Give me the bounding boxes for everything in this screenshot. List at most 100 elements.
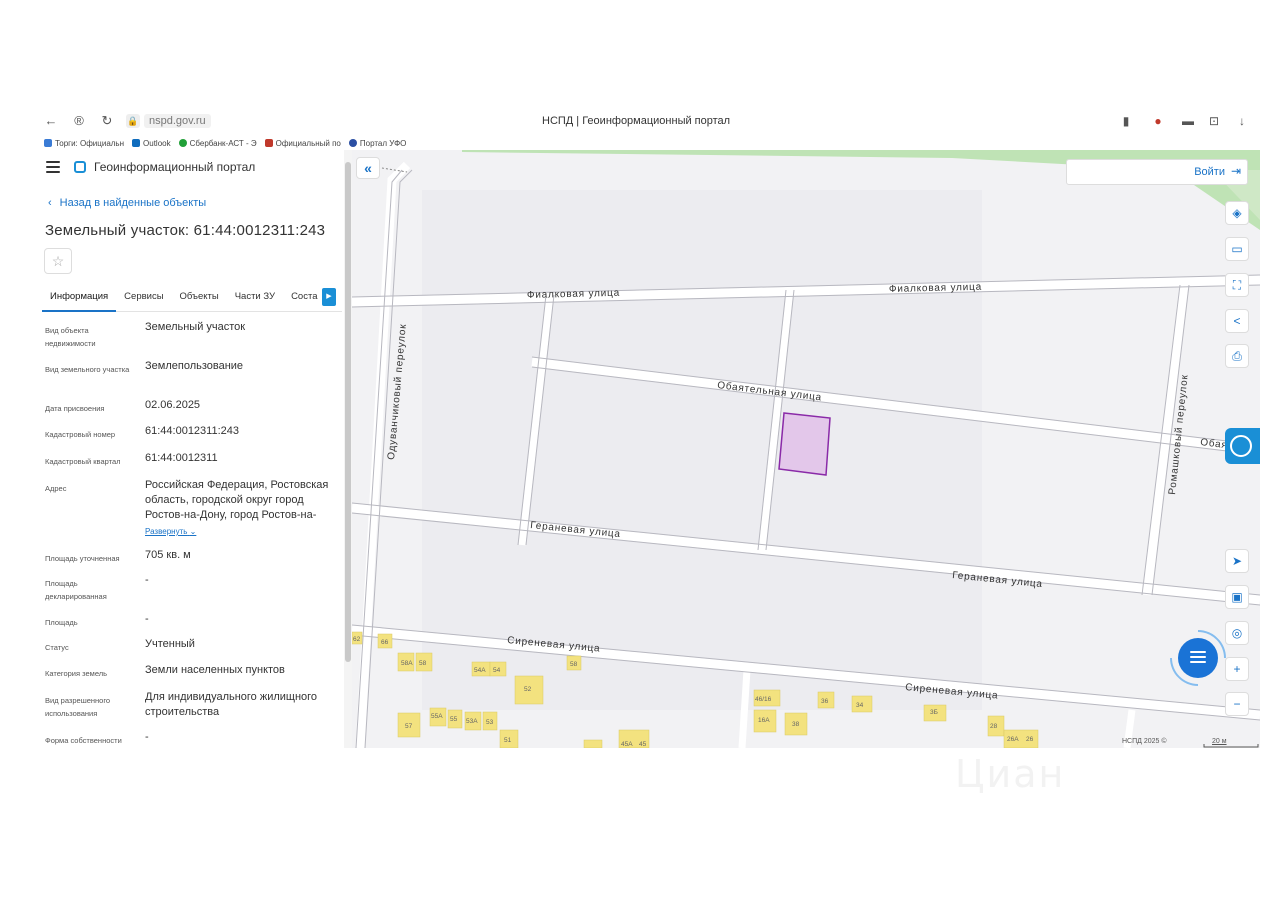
tab-information[interactable]: Информация (42, 286, 117, 312)
property-key: Вид разрешенного использования (45, 696, 111, 718)
property-key: Категория земель (45, 669, 108, 678)
property-key: Кадастровый номер (45, 430, 116, 439)
house-number: 26 (1026, 736, 1034, 743)
chat-icon (1190, 651, 1206, 665)
select-area-icon[interactable]: ⛶ (1225, 273, 1249, 297)
map-copyright: НСПД 2025 © (1122, 738, 1167, 745)
house-number: 45 (639, 741, 647, 748)
map-view[interactable]: 58А 58 54А 54 58 52 57 55А 55 53А 53 51 … (352, 150, 1260, 748)
house-number: 62 (353, 636, 361, 643)
browser-toolbar: ← ® ↻ 🔒 nspd.gov.ru НСПД | Геоинформацио… (34, 108, 1264, 136)
panel-scrollbar[interactable] (344, 150, 352, 748)
property-value: Землепользование (145, 360, 244, 372)
login-arrow-icon: ⇥ (1230, 164, 1241, 178)
house-number: 26А (1007, 736, 1019, 743)
bookmark-item[interactable]: Outlook (132, 139, 171, 148)
menu-icon[interactable] (46, 161, 60, 173)
bookmark-item[interactable]: Сбербанк-АСТ - Э (178, 139, 257, 148)
property-key: Площадь (45, 618, 78, 627)
street-label: Одуванчиковый переулок (386, 323, 409, 460)
reload-icon[interactable]: ↻ (98, 112, 116, 130)
bookmark-label: Официальный по (275, 138, 341, 148)
property-key: Вид объекта недвижимости (45, 326, 96, 348)
street-lane (738, 669, 751, 748)
property-value: 02.06.2025 (145, 399, 201, 411)
outlook-icon (132, 139, 141, 147)
chevron-left-icon: ‹ (48, 197, 52, 209)
bookmark-label: Торги: Официальн (55, 138, 125, 148)
house-number: 58А (401, 660, 413, 667)
parcel-title: Земельный участок: 61:44:0012311:243 (45, 222, 326, 239)
house-number: 34 (856, 702, 864, 709)
extension-icon[interactable]: ● (1150, 113, 1166, 129)
ruler-icon[interactable]: ▭ (1225, 237, 1249, 261)
chevron-down-icon: ⌄ (189, 527, 197, 536)
tab-composition[interactable]: Соста (283, 286, 325, 312)
profile-icon[interactable]: ⊡ (1206, 113, 1222, 129)
property-key: Вид земельного участка (45, 365, 130, 374)
scrollbar-thumb[interactable] (345, 162, 351, 662)
house-number: 57 (405, 723, 413, 730)
house-number: 38 (792, 721, 800, 728)
property-key: Площадь уточненная (45, 554, 120, 563)
layers-icon[interactable]: ◈ (1225, 201, 1249, 225)
info-tabs: Информация Сервисы Объекты Части ЗУ Сост… (42, 286, 342, 312)
object-info-panel: Геоинформационный портал ‹ Назад в найде… (34, 150, 352, 748)
back-to-results-link[interactable]: ‹ Назад в найденные объекты (48, 197, 206, 209)
street-label: Фиалковая улица (889, 282, 982, 295)
sberbank-icon (178, 139, 187, 147)
property-value: Земельный участок (145, 321, 246, 333)
download-icon[interactable]: ↓ (1234, 113, 1250, 129)
property-key: Форма собственности (45, 736, 122, 745)
house-number: 58 (419, 660, 427, 667)
bookmark-item[interactable]: Торги: Официальн (44, 139, 124, 148)
property-value: 61:44:0012311 (145, 452, 218, 464)
locate-icon[interactable]: ➤ (1225, 549, 1249, 573)
house-number: 3Б (930, 709, 938, 716)
house-number: 28 (990, 723, 998, 730)
back-arrow-icon[interactable]: ← (42, 112, 60, 130)
lock-icon: 🔒 (126, 114, 140, 128)
house-number: 36 (821, 698, 829, 705)
address-bar[interactable]: 🔒 nspd.gov.ru (126, 112, 211, 130)
bookmark-item[interactable]: Портал УФО (348, 138, 407, 148)
bookmark-favicon-icon (264, 139, 273, 147)
collapse-panel-button[interactable]: « (356, 157, 380, 179)
house-number: 45А (621, 741, 633, 748)
back-link-label: Назад в найденные объекты (59, 197, 207, 209)
house-number: 54 (493, 667, 501, 674)
address-text: Российская Федерация, Ростовская область… (145, 479, 329, 521)
property-key: Дата присвоения (45, 404, 105, 413)
assistant-icon (1230, 435, 1252, 457)
zoom-in-button[interactable]: + (1225, 657, 1249, 681)
minimap-icon[interactable]: ▣ (1225, 585, 1249, 609)
zoom-out-button[interactable]: − (1225, 692, 1249, 716)
print-icon[interactable]: ⎙ (1225, 344, 1249, 368)
watermark-logo: Циан (955, 752, 1066, 796)
bookmarks-bar: Торги: Официальн Outlook Сбербанк-АСТ - … (44, 136, 406, 150)
vpn-icon[interactable]: ▬ (1180, 113, 1196, 129)
search-location-icon[interactable]: ◎ (1225, 621, 1249, 645)
expand-address-link[interactable]: Развернуть ⌄ (145, 524, 335, 539)
share-icon[interactable]: < (1225, 309, 1249, 333)
bookmark-icon[interactable]: ▮ (1118, 113, 1134, 129)
parcel-polygon[interactable] (778, 412, 831, 476)
bookmark-item[interactable]: Официальный по (264, 138, 341, 148)
scale-label: 20 м (1212, 738, 1227, 745)
login-bar[interactable]: Войти ⇥ (1066, 159, 1248, 185)
property-value: Для индивидуального жилищного строительс… (145, 691, 318, 718)
tabs-next-icon[interactable]: ▶ (322, 288, 336, 306)
reader-icon[interactable]: ® (70, 112, 88, 130)
login-button[interactable]: Войти (1194, 166, 1225, 178)
url-text: nspd.gov.ru (144, 114, 211, 128)
tab-objects[interactable]: Объекты (172, 286, 227, 312)
tab-parts[interactable]: Части ЗУ (227, 286, 283, 312)
property-value: 61:44:0012311:243 (145, 425, 239, 437)
flag-icon (348, 139, 357, 147)
chat-button[interactable] (1158, 618, 1238, 698)
bookmark-label: Портал УФО (359, 138, 407, 148)
map-canvas[interactable]: 58А 58 54А 54 58 52 57 55А 55 53А 53 51 … (352, 150, 1260, 748)
tab-services[interactable]: Сервисы (116, 286, 171, 312)
favorite-star-icon[interactable]: ☆ (44, 248, 72, 274)
assistant-tab[interactable] (1225, 428, 1260, 464)
